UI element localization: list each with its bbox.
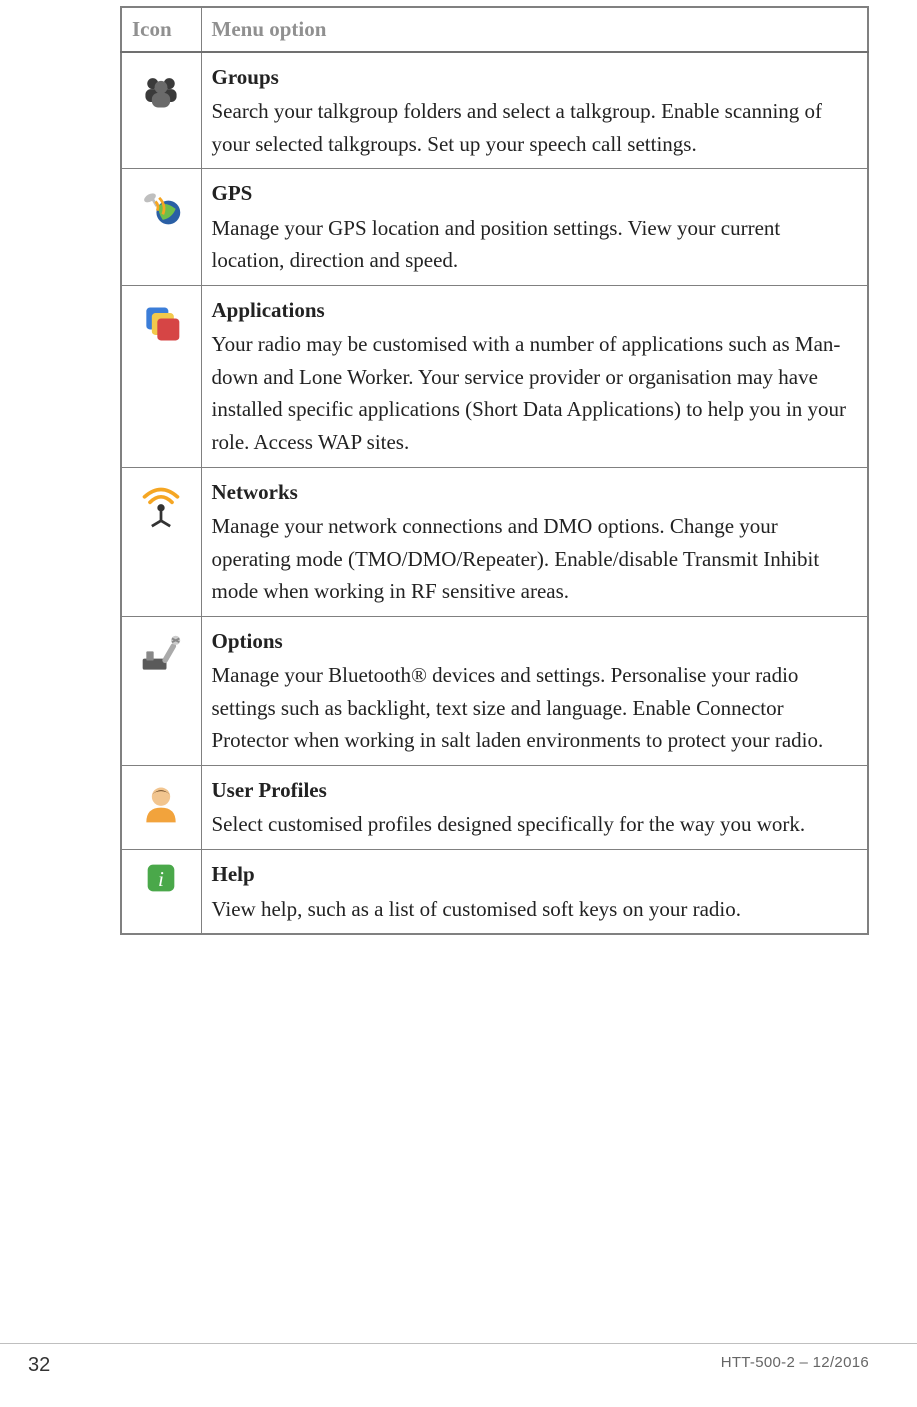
- options-icon: [139, 633, 183, 677]
- page-number: 32: [28, 1354, 50, 1377]
- row-desc: Select customised profiles designed spec…: [212, 812, 806, 836]
- row-title: User Profiles: [212, 774, 858, 807]
- table-row: Options Manage your Bluetooth® devices a…: [121, 616, 868, 765]
- row-desc: View help, such as a list of customised …: [212, 897, 741, 921]
- table-row: Groups Search your talkgroup folders and…: [121, 52, 868, 169]
- row-title: GPS: [212, 177, 858, 210]
- groups-icon: [139, 69, 183, 113]
- row-desc: Manage your Bluetooth® devices and setti…: [212, 663, 824, 752]
- row-title: Networks: [212, 476, 858, 509]
- menu-options-table: Icon Menu option Groups Search y: [120, 6, 869, 935]
- svg-text:i: i: [158, 867, 164, 891]
- table-row: GPS Manage your GPS location and positio…: [121, 169, 868, 286]
- table-row: Applications Your radio may be customise…: [121, 285, 868, 467]
- user-profiles-icon: [139, 782, 183, 826]
- page-footer: 32 HTT-500-2 – 12/2016: [0, 1343, 917, 1377]
- row-title: Options: [212, 625, 858, 658]
- applications-icon: [139, 302, 183, 346]
- row-desc: Manage your network connections and DMO …: [212, 514, 820, 603]
- help-icon: i: [145, 862, 177, 894]
- row-title: Applications: [212, 294, 858, 327]
- header-menu-option: Menu option: [201, 7, 868, 52]
- row-desc: Manage your GPS location and position se…: [212, 216, 781, 273]
- row-title: Groups: [212, 61, 858, 94]
- row-desc: Search your talkgroup folders and select…: [212, 99, 823, 156]
- networks-icon: [139, 484, 183, 528]
- header-icon: Icon: [121, 7, 201, 52]
- table-row: i Help View help, such as a list of cust…: [121, 850, 868, 935]
- row-desc: Your radio may be customised with a numb…: [212, 332, 847, 454]
- gps-icon: [139, 185, 183, 229]
- table-row: User Profiles Select customised profiles…: [121, 765, 868, 849]
- table-row: Networks Manage your network connections…: [121, 467, 868, 616]
- document-id: HTT-500-2 – 12/2016: [721, 1354, 869, 1377]
- row-title: Help: [212, 858, 858, 891]
